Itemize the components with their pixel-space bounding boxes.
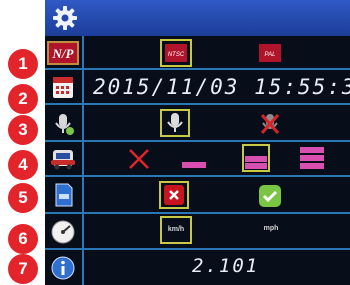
microphone-settings-icon[interactable] — [47, 111, 79, 135]
ntsc-label: NTSC — [168, 52, 185, 58]
row-gsensor — [45, 144, 350, 172]
settings-gear-icon[interactable] — [51, 4, 79, 32]
ntsc-pal-icon[interactable]: N/P — [47, 41, 79, 65]
pal-label: PAL — [265, 52, 276, 58]
mic-off-icon — [260, 114, 280, 134]
option-gsensor-off[interactable] — [127, 147, 151, 171]
option-gsensor-high[interactable] — [300, 147, 324, 169]
row-video-format: N/P NTSC PAL — [45, 39, 350, 67]
option-mic-off[interactable] — [257, 112, 283, 136]
row-card — [45, 180, 350, 209]
row-audio — [45, 109, 350, 137]
info-icon[interactable] — [47, 255, 79, 280]
option-gsensor-medium[interactable] — [242, 144, 270, 172]
callout-badge-4: 4 — [8, 150, 38, 180]
datetime-value[interactable]: 2015/11/03 15:55:39 — [93, 75, 350, 99]
row-separator — [45, 103, 350, 105]
option-card-cancel[interactable] — [159, 181, 189, 209]
option-ntsc[interactable]: NTSC — [160, 39, 192, 67]
option-mic-on[interactable] — [160, 109, 190, 137]
car-crash-icon[interactable] — [47, 146, 79, 170]
option-pal[interactable]: PAL — [259, 44, 281, 62]
top-bar — [45, 0, 350, 36]
firmware-version: 2.101 — [192, 255, 260, 277]
mic-on-icon — [167, 113, 183, 132]
row-datetime: 2015/11/03 15:55:39 — [45, 72, 350, 100]
row-separator — [45, 248, 350, 250]
svg-text:N/P: N/P — [52, 46, 75, 61]
option-mph[interactable]: mph — [258, 225, 284, 232]
row-separator — [45, 175, 350, 177]
sd-card-icon[interactable] — [47, 182, 79, 207]
off-x-icon — [129, 149, 149, 169]
row-separator — [45, 68, 350, 70]
row-version: 2.101 — [45, 253, 350, 281]
calendar-icon[interactable] — [47, 74, 79, 98]
option-card-confirm[interactable] — [257, 184, 283, 208]
option-gsensor-low[interactable] — [182, 162, 206, 168]
row-separator — [45, 140, 350, 142]
cancel-icon — [164, 185, 184, 205]
confirm-check-icon — [259, 185, 281, 207]
device-screen: N/P NTSC PAL 2015/11/03 15:55:39 km/h mp… — [45, 0, 350, 285]
option-kmh[interactable]: km/h — [160, 216, 192, 244]
callout-badge-7: 7 — [8, 254, 38, 284]
callout-badge-5: 5 — [8, 183, 38, 213]
kmh-label: km/h — [167, 226, 185, 233]
callout-badge-1: 1 — [8, 49, 38, 79]
row-speed-unit: km/h mph — [45, 216, 350, 244]
callout-badge-3: 3 — [8, 115, 38, 145]
speedometer-icon[interactable] — [47, 218, 79, 244]
callout-badge-6: 6 — [8, 224, 38, 254]
row-separator — [45, 212, 350, 214]
callout-badge-2: 2 — [8, 84, 38, 114]
